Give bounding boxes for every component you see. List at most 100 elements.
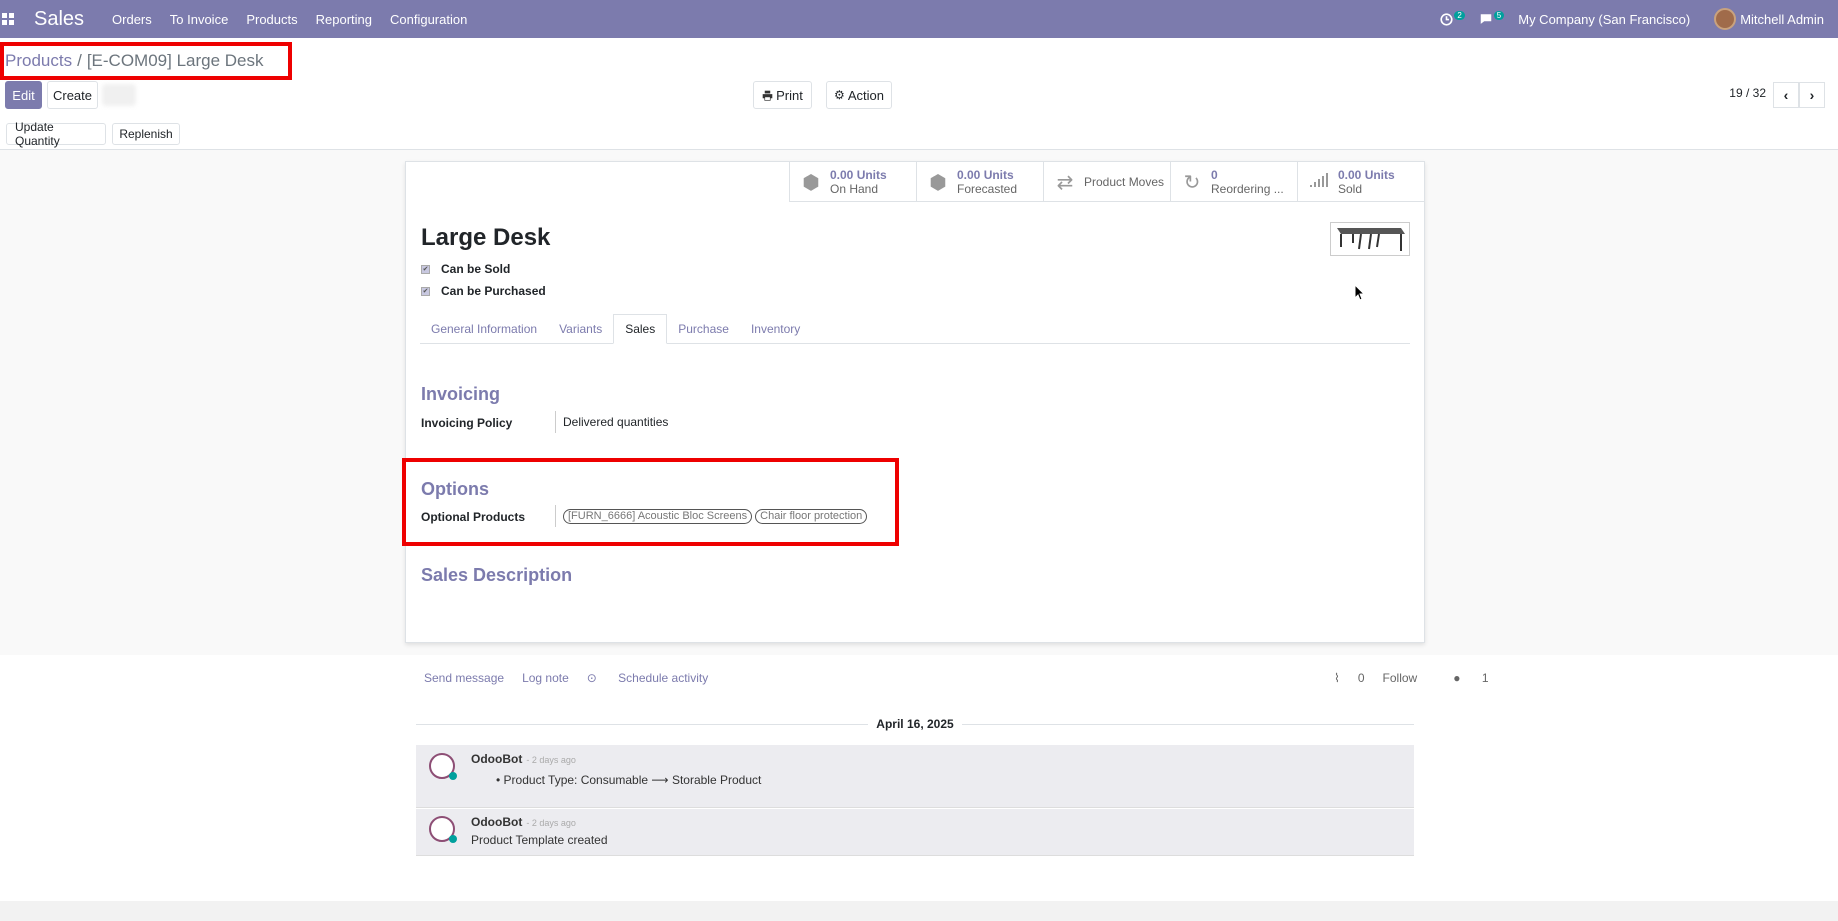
date-label: April 16, 2025 — [868, 717, 962, 731]
attachments-count: 0 — [1357, 671, 1365, 685]
forecasted-label: Forecasted — [957, 181, 1018, 196]
menu-reporting[interactable]: Reporting — [316, 12, 372, 27]
pager-value[interactable]: 19 / 32 — [1729, 86, 1766, 100]
action-label: Action — [847, 87, 884, 103]
refresh-icon: ↻ — [1183, 171, 1201, 194]
message: OdooBot - 2 days ago Product Template cre… — [416, 809, 1414, 856]
sold-label: Sold — [1338, 181, 1363, 196]
message-body-text: Product Type: Consumable ⟶ Storable Prod… — [503, 773, 762, 787]
message-time: - 2 days ago — [526, 755, 576, 765]
date-separator: April 16, 2025 — [416, 711, 1414, 731]
messages-badge: 5 — [1493, 10, 1505, 20]
tab-sales[interactable]: Sales — [613, 314, 668, 344]
reordering-label: Reordering ... — [1211, 181, 1284, 196]
attachments-button[interactable]: ⌇ 0 — [1316, 671, 1365, 685]
tab-inventory[interactable]: Inventory — [740, 314, 811, 344]
status-bar: Update Quantity Replenish — [0, 118, 1838, 150]
message-time: - 2 days ago — [526, 818, 576, 828]
schedule-activity-button[interactable]: ⊙ Schedule activity — [587, 671, 726, 685]
odoobot-avatar — [429, 816, 457, 843]
menu-to-invoice[interactable]: To Invoice — [170, 12, 229, 27]
menu-configuration[interactable]: Configuration — [390, 12, 467, 27]
menu-products[interactable]: Products — [246, 12, 297, 27]
cubes-icon: ⬢ — [802, 171, 820, 194]
product-moves-label: Product Moves — [1084, 175, 1165, 189]
paperclip-icon: ⌇ — [1334, 671, 1340, 685]
apps-menu-icon[interactable] — [2, 13, 14, 25]
product-image[interactable] — [1330, 222, 1410, 256]
reordering-value: 0 — [1211, 167, 1218, 182]
tab-variants[interactable]: Variants — [548, 314, 613, 344]
invoicing-title: Invoicing — [421, 384, 501, 404]
options-highlight-box — [402, 458, 899, 546]
chevron-left-icon: ‹ — [1783, 87, 1789, 103]
message-body: Product Template created — [471, 833, 608, 847]
invoicing-policy-label: Invoicing Policy — [421, 416, 513, 430]
chatter-followers-bar: ⌇ 0 Follow ● 1 — [1298, 671, 1489, 685]
invoicing-policy-field[interactable]: Delivered quantities — [555, 411, 668, 433]
smart-button-product-moves[interactable]: ⇄ Product Moves — [1043, 162, 1170, 202]
sold-value: 0.00 Units — [1338, 167, 1395, 182]
log-note-button[interactable]: Log note — [522, 671, 569, 685]
print-icon — [762, 90, 773, 101]
update-quantity-button[interactable]: Update Quantity — [6, 120, 106, 148]
can-be-purchased-label: Can be Purchased — [441, 284, 546, 298]
pager-next-button[interactable]: › — [1799, 82, 1825, 108]
top-navbar: Sales Orders To Invoice Products Reporti… — [0, 0, 1838, 38]
page-footer — [0, 901, 1838, 921]
chevron-right-icon: › — [1809, 87, 1815, 103]
on-hand-value: 0.00 Units — [830, 167, 887, 182]
app-name[interactable]: Sales — [34, 8, 84, 31]
activity-badge: 2 — [1454, 10, 1465, 20]
message: OdooBot - 2 days ago • Product Type: Cons… — [416, 745, 1414, 808]
can-be-sold-row: ✔ Can be Sold — [421, 262, 510, 276]
edit-button[interactable]: Edit — [5, 81, 42, 109]
company-switcher[interactable]: My Company (San Francisco) — [1518, 12, 1690, 27]
gear-icon: ⚙ — [834, 88, 845, 102]
create-button[interactable]: Create — [47, 81, 98, 109]
user-menu[interactable]: Mitchell Admin — [1740, 12, 1824, 27]
clock-icon: ⊙ — [586, 671, 601, 685]
clock-icon — [1440, 12, 1453, 26]
send-message-button[interactable]: Send message — [424, 671, 504, 685]
message-author-name[interactable]: OdooBot — [471, 752, 522, 766]
cubes-icon: ⬢ — [929, 171, 947, 194]
can-be-purchased-checkbox[interactable]: ✔ — [421, 286, 430, 296]
smart-button-forecasted[interactable]: ⬢ 0.00 Units Forecasted — [916, 162, 1043, 202]
message-author: OdooBot - 2 days ago — [471, 815, 576, 829]
smart-button-reordering[interactable]: ↻ 0 Reordering ... — [1170, 162, 1297, 202]
print-button[interactable]: Print — [753, 81, 812, 109]
can-be-sold-label: Can be Sold — [441, 262, 511, 276]
smart-button-sold[interactable]: 0.00 Units Sold — [1297, 162, 1424, 202]
comments-icon — [1480, 13, 1492, 24]
menu-orders[interactable]: Orders — [112, 12, 152, 27]
form-sheet: ⬢ 0.00 Units On Hand ⬢ 0.00 Units Forecast… — [405, 161, 1425, 643]
blurred-placeholder — [102, 84, 136, 106]
followers-button[interactable]: ● 1 — [1435, 671, 1488, 685]
smart-button-on-hand[interactable]: ⬢ 0.00 Units On Hand — [789, 162, 916, 202]
notebook-tabs: General Information Variants Sales Purch… — [420, 314, 1410, 344]
can-be-purchased-row: ✔ Can be Purchased — [421, 284, 546, 298]
can-be-sold-checkbox[interactable]: ✔ — [421, 264, 430, 274]
product-name: Large Desk — [421, 224, 551, 251]
tab-purchase[interactable]: Purchase — [667, 314, 740, 344]
schedule-activity-label: Schedule activity — [618, 671, 709, 685]
avatar[interactable] — [1714, 8, 1737, 30]
message-body: • Product Type: Consumable ⟶ Storable Pr… — [496, 773, 762, 787]
tab-general-information[interactable]: General Information — [420, 314, 548, 344]
follow-button[interactable]: Follow — [1383, 671, 1418, 685]
action-button[interactable]: ⚙ Action — [826, 81, 892, 109]
message-author-name[interactable]: OdooBot — [471, 815, 522, 829]
on-hand-label: On Hand — [830, 181, 879, 196]
smart-buttons: ⬢ 0.00 Units On Hand ⬢ 0.00 Units Forecast… — [789, 162, 1424, 202]
chatter: Send message Log note ⊙ Schedule activit… — [0, 655, 1838, 901]
activity-button[interactable]: 2 — [1440, 10, 1465, 26]
messaging-button[interactable]: 5 — [1479, 10, 1505, 26]
pager-previous-button[interactable]: ‹ — [1773, 82, 1799, 108]
print-label: Print — [776, 87, 803, 103]
mouse-cursor-icon — [1354, 284, 1366, 301]
replenish-button[interactable]: Replenish — [112, 123, 180, 145]
desk-image-icon — [1337, 228, 1405, 251]
sales-description-title: Sales Description — [421, 565, 573, 585]
chatter-topbar: Send message Log note ⊙ Schedule activit… — [424, 671, 744, 685]
